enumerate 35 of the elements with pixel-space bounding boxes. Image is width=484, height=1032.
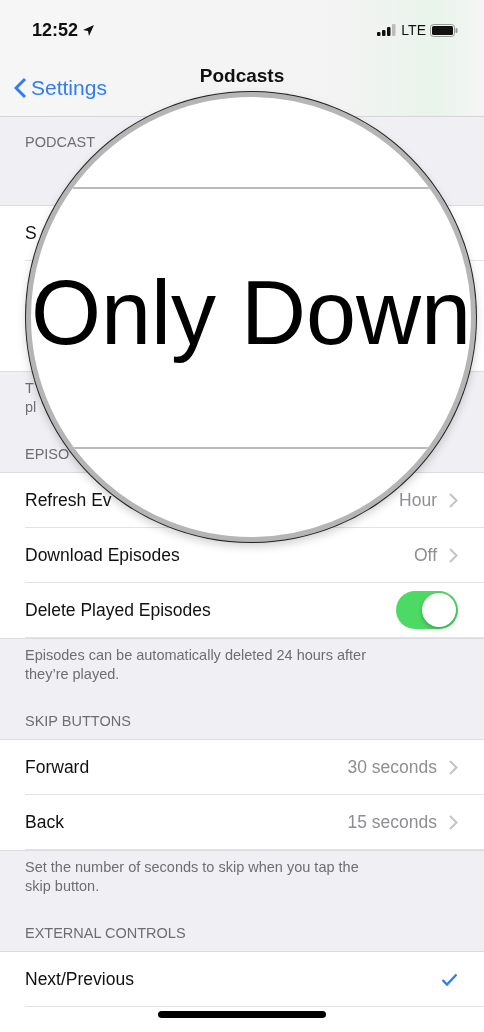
row-label[interactable]: S: [25, 223, 37, 243]
section-footer-text: T: [25, 379, 35, 398]
row-value: 15 seconds: [347, 811, 437, 833]
chevron-right-icon: [449, 547, 458, 563]
section-header: PODCAST: [24, 133, 97, 152]
back-button[interactable]: Settings: [14, 76, 107, 100]
toggle-switch[interactable]: [396, 591, 458, 629]
section-header: EXTERNAL CONTROLS: [24, 924, 187, 943]
status-time: 12:52: [32, 19, 79, 41]
signal-icon: [377, 24, 398, 36]
magnified-text: Only Down: [31, 262, 471, 365]
chevron-right-icon: [449, 814, 458, 830]
row-label[interactable]: Delete Played Episodes: [25, 600, 211, 620]
section-footer-text: skip button.: [25, 877, 101, 896]
section-footer-text: pl: [25, 398, 38, 417]
row-value: 30 seconds: [347, 756, 437, 778]
section-header: SKIP BUTTONS: [24, 712, 132, 731]
section-header: EPISO: [24, 445, 71, 464]
section-footer-text: Set the number of seconds to skip when you tap the: [25, 858, 360, 877]
row-value: Off: [413, 544, 437, 566]
row-value: Hour: [399, 489, 437, 511]
back-chevron-icon: [14, 77, 27, 99]
chevron-right-icon: [449, 492, 458, 508]
location-arrow-icon: [82, 23, 96, 37]
row-label[interactable]: Next/Previous: [25, 969, 134, 989]
row-label[interactable]: Back: [25, 812, 64, 832]
chevron-right-icon: [449, 759, 458, 775]
row-label[interactable]: Refresh Ev: [25, 490, 112, 510]
screen-title: Podcasts: [199, 66, 285, 86]
battery-icon: [430, 23, 458, 37]
row-label[interactable]: Download Episodes: [25, 545, 180, 565]
row-label[interactable]: Forward: [25, 757, 90, 777]
section-footer-text: they’re played.: [25, 665, 121, 684]
network-label: LTE: [401, 22, 426, 38]
section-footer-text: Episodes can be automatically deleted 24 hours after: [25, 646, 367, 665]
